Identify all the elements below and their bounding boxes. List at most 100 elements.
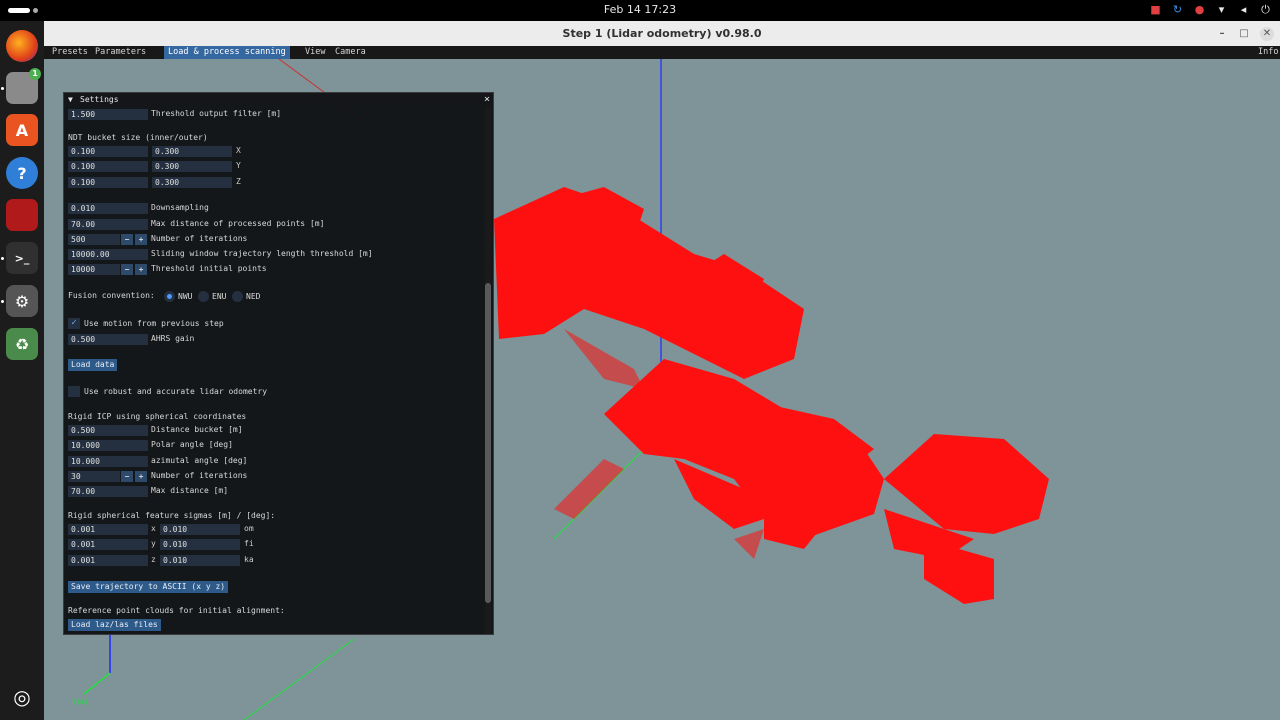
scrollbar-thumb[interactable] <box>485 283 491 603</box>
sigma-om-input[interactable]: 0.010 <box>160 524 240 535</box>
close-icon[interactable]: ✕ <box>1260 27 1274 41</box>
reference-clouds-heading: Reference point clouds for initial align… <box>68 606 285 615</box>
sigma-fi-input[interactable]: 0.010 <box>160 539 240 550</box>
running-indicator-icon <box>1 257 4 260</box>
icp-iterations-increment-button[interactable]: + <box>135 471 147 482</box>
use-motion-checkbox[interactable]: ✓ <box>68 318 80 329</box>
robust-odometry-checkbox[interactable] <box>68 386 80 397</box>
icp-iterations-input[interactable]: 30 <box>68 471 120 482</box>
running-indicator-icon <box>1 300 4 303</box>
threshold-output-filter-input[interactable]: 1.500 <box>68 109 148 120</box>
polar-angle-input[interactable]: 10.000 <box>68 440 148 451</box>
initial-points-decrement-button[interactable]: − <box>121 264 133 275</box>
running-indicator-icon <box>1 87 4 90</box>
sigma-y-label: y <box>151 539 156 548</box>
maximize-icon[interactable]: □ <box>1237 27 1251 41</box>
ndt-axis-y-label: Y <box>236 161 241 170</box>
menu-bar: Presets Parameters Load & process scanni… <box>44 46 1280 59</box>
system-clock[interactable]: Feb 14 17:23 <box>0 3 1280 16</box>
wifi-icon[interactable]: ▾ <box>1215 3 1228 17</box>
ndt-inner-y-input[interactable]: 0.100 <box>68 161 148 172</box>
ndt-outer-z-input[interactable]: 0.300 <box>152 177 232 188</box>
show-apps-icon[interactable]: ◎ <box>6 681 38 713</box>
downsampling-input[interactable]: 0.010 <box>68 203 148 214</box>
distance-bucket-input[interactable]: 0.500 <box>68 425 148 436</box>
menu-presets[interactable]: Presets <box>48 46 92 59</box>
minimize-icon[interactable]: – <box>1215 27 1229 41</box>
number-of-iterations-input[interactable]: 500 <box>68 234 120 245</box>
threshold-initial-points-label: Threshold initial points <box>151 264 267 273</box>
microphone-icon[interactable]: ● <box>1193 3 1206 17</box>
azimutal-angle-label: azimutal angle [deg] <box>151 456 248 465</box>
fusion-convention-label: Fusion convention: <box>68 291 155 300</box>
threshold-output-filter-label: Threshold output filter [m] <box>151 109 282 118</box>
sigma-z-input[interactable]: 0.001 <box>68 555 148 566</box>
fusion-nwu-radio[interactable] <box>164 291 175 302</box>
firefox-icon[interactable] <box>6 30 38 62</box>
downsampling-label: Downsampling <box>151 203 209 212</box>
settings-panel: ▼ Settings × 1.500 Threshold output filt… <box>63 92 494 635</box>
ahrs-gain-input[interactable]: 0.500 <box>68 334 148 345</box>
sigma-x-input[interactable]: 0.001 <box>68 524 148 535</box>
close-icon[interactable]: × <box>484 93 490 106</box>
sigma-ka-input[interactable]: 0.010 <box>160 555 240 566</box>
screen-record-icon[interactable]: ■ <box>1149 3 1162 17</box>
system-monitor-icon[interactable] <box>6 199 38 231</box>
threshold-initial-points-input[interactable]: 10000 <box>68 264 120 275</box>
ndt-inner-x-input[interactable]: 0.100 <box>68 146 148 157</box>
azimutal-angle-input[interactable]: 10.000 <box>68 456 148 467</box>
fusion-enu-radio[interactable] <box>198 291 209 302</box>
max-distance-processed-label: Max distance of processed points [m] <box>151 219 325 228</box>
collapse-triangle-icon[interactable]: ▼ <box>68 93 73 106</box>
trash-icon[interactable]: ♻ <box>6 328 38 360</box>
number-of-iterations-label: Number of iterations <box>151 234 248 243</box>
iterations-decrement-button[interactable]: − <box>121 234 133 245</box>
ndt-inner-z-input[interactable]: 0.100 <box>68 177 148 188</box>
max-distance-processed-input[interactable]: 70.00 <box>68 219 148 230</box>
system-tray[interactable]: ■ ↻ ● ▾ ◂ ⏻ <box>1149 3 1272 17</box>
notification-badge-icon: 1 <box>29 68 41 80</box>
app-center-icon[interactable]: A <box>6 114 38 146</box>
menu-load-process-scanning[interactable]: Load & process scanning <box>164 46 290 59</box>
load-data-button[interactable]: Load data <box>68 359 118 371</box>
icp-iterations-decrement-button[interactable]: − <box>121 471 133 482</box>
sliding-window-label: Sliding window trajectory length thresho… <box>151 249 373 258</box>
ndt-outer-y-input[interactable]: 0.300 <box>152 161 232 172</box>
icp-iterations-label: Number of iterations <box>151 471 248 480</box>
max-distance-label: Max distance [m] <box>151 486 229 495</box>
volume-icon[interactable]: ◂ <box>1237 3 1250 17</box>
sigma-z-label: z <box>151 555 156 564</box>
settings-panel-header[interactable]: ▼ Settings × <box>64 93 493 106</box>
help-icon[interactable]: ? <box>6 157 38 189</box>
use-motion-label: Use motion from previous step <box>84 319 224 328</box>
menu-camera[interactable]: Camera <box>331 46 370 59</box>
ndt-outer-x-input[interactable]: 0.300 <box>152 146 232 157</box>
max-distance-input[interactable]: 70.00 <box>68 486 148 497</box>
initial-points-increment-button[interactable]: + <box>135 264 147 275</box>
sigma-om-label: om <box>244 524 254 533</box>
files-icon[interactable]: 1 <box>6 68 41 104</box>
sliding-window-input[interactable]: 10000.00 <box>68 249 148 260</box>
menu-parameters[interactable]: Parameters <box>91 46 150 59</box>
point-cloud-scan <box>494 187 1049 604</box>
update-icon[interactable]: ↻ <box>1171 3 1184 17</box>
settings-panel-title: Settings <box>80 95 119 104</box>
menu-info[interactable]: Info <box>1254 46 1280 59</box>
menu-view[interactable]: View <box>301 46 329 59</box>
feature-sigmas-heading: Rigid spherical feature sigmas [m] / [de… <box>68 511 276 520</box>
rigid-icp-heading: Rigid ICP using spherical coordinates <box>68 412 247 421</box>
sigma-fi-label: fi <box>244 539 254 548</box>
settings-gear-icon[interactable]: ⚙ <box>6 285 38 317</box>
terminal-icon[interactable]: >_ <box>6 242 38 274</box>
window-titlebar[interactable]: Step 1 (Lidar odometry) v0.98.0 – □ ✕ <box>44 21 1280 46</box>
fusion-ned-radio[interactable] <box>232 291 243 302</box>
system-top-bar: Feb 14 17:23 ■ ↻ ● ▾ ◂ ⏻ <box>0 0 1280 21</box>
dock: 1 A ? >_ ⚙ ♻ ◎ <box>0 21 44 720</box>
corner-axis-label: Y(m) <box>72 698 89 706</box>
save-trajectory-button[interactable]: Save trajectory to ASCII (x y z) <box>68 581 229 593</box>
corner-axis-green <box>83 672 111 695</box>
iterations-increment-button[interactable]: + <box>135 234 147 245</box>
power-icon[interactable]: ⏻ <box>1259 3 1272 17</box>
sigma-y-input[interactable]: 0.001 <box>68 539 148 550</box>
load-laz-files-button[interactable]: Load laz/las files <box>68 619 161 631</box>
